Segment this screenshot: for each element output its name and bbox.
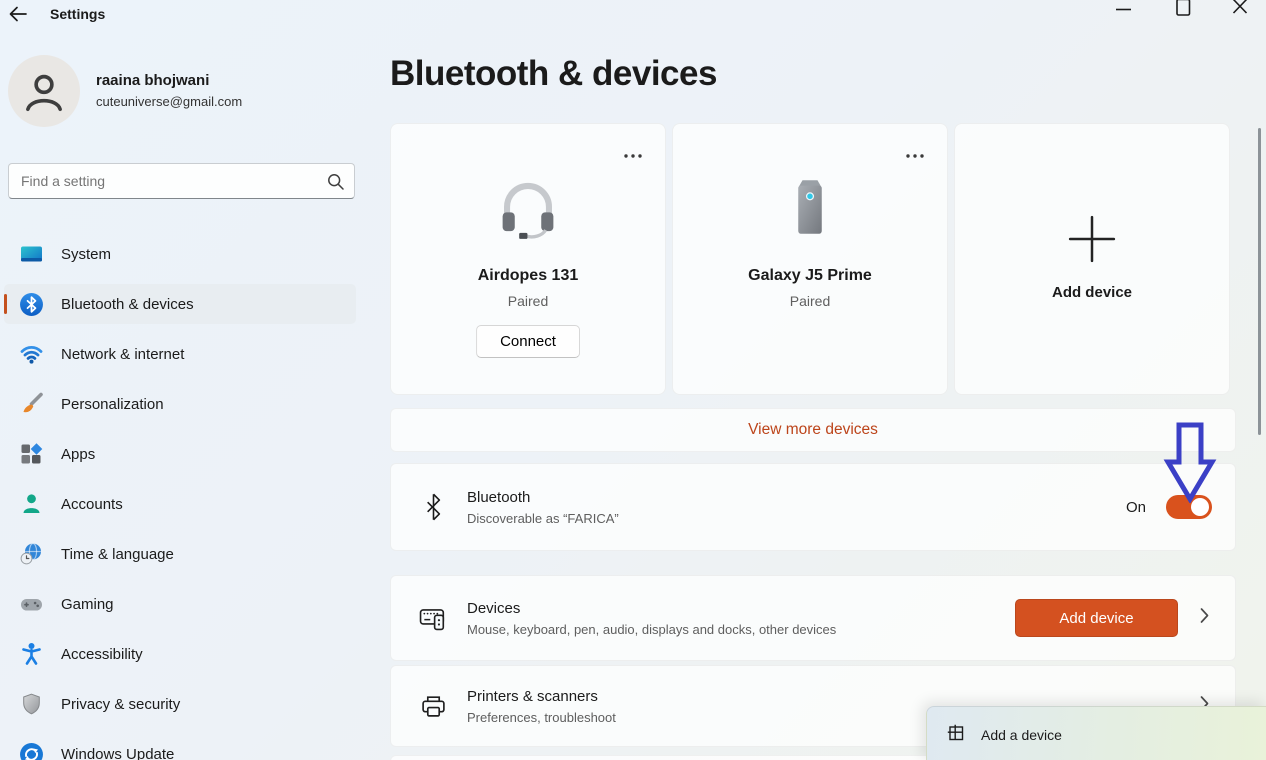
minimize-icon bbox=[1116, 8, 1131, 12]
add-device-card-label: Add device bbox=[955, 284, 1229, 301]
back-button[interactable] bbox=[8, 5, 30, 25]
printers-row-subtitle: Preferences, troubleshoot bbox=[467, 710, 616, 725]
sidebar-item-label: Accessibility bbox=[61, 646, 143, 663]
gaming-icon bbox=[18, 591, 44, 617]
add-a-device-icon bbox=[947, 724, 964, 746]
sidebar-nav: System Bluetooth & devices Network & inter… bbox=[4, 234, 356, 760]
headset-icon bbox=[497, 176, 559, 245]
back-arrow-icon bbox=[8, 5, 28, 23]
bluetooth-toggle[interactable] bbox=[1166, 495, 1212, 519]
personalization-icon bbox=[18, 391, 44, 417]
device-name: Airdopes 131 bbox=[391, 267, 665, 285]
privacy-icon bbox=[18, 691, 44, 717]
search-icon bbox=[327, 173, 344, 195]
sidebar-item-label: Windows Update bbox=[61, 746, 174, 760]
sidebar-item-label: Gaming bbox=[61, 596, 114, 613]
avatar[interactable] bbox=[8, 55, 80, 127]
device-status: Paired bbox=[673, 293, 947, 309]
device-name: Galaxy J5 Prime bbox=[673, 267, 947, 285]
bluetooth-row-title: Bluetooth bbox=[467, 489, 619, 506]
device-cards: Airdopes 131 Paired Connect Galaxy J5 Pr… bbox=[390, 123, 1230, 395]
sidebar-item-accessibility[interactable]: Accessibility bbox=[4, 634, 356, 674]
bluetooth-glyph-icon bbox=[418, 492, 448, 522]
printers-row-title: Printers & scanners bbox=[467, 688, 616, 705]
sidebar-item-label: Personalization bbox=[61, 396, 164, 413]
view-more-devices-label: View more devices bbox=[748, 421, 878, 439]
windows-update-icon bbox=[18, 741, 44, 760]
person-icon bbox=[21, 68, 67, 114]
device-status: Paired bbox=[391, 293, 665, 309]
toggle-knob bbox=[1191, 498, 1209, 516]
window-title: Settings bbox=[50, 6, 105, 22]
minimize-button[interactable] bbox=[1108, 8, 1138, 30]
sidebar-item-apps[interactable]: Apps bbox=[4, 434, 356, 474]
connect-button[interactable]: Connect bbox=[476, 325, 580, 358]
add-a-device-popup[interactable]: Add a device bbox=[926, 706, 1266, 760]
time-language-icon bbox=[18, 541, 44, 567]
printer-icon bbox=[418, 693, 448, 719]
system-icon bbox=[18, 241, 44, 267]
more-options-icon[interactable] bbox=[623, 146, 643, 164]
sidebar-item-gaming[interactable]: Gaming bbox=[4, 584, 356, 624]
add-a-device-label: Add a device bbox=[981, 727, 1062, 743]
devices-row-title: Devices bbox=[467, 600, 836, 617]
toggle-state-label: On bbox=[1126, 499, 1146, 516]
maximize-icon bbox=[1176, 0, 1191, 17]
sidebar-item-personalization[interactable]: Personalization bbox=[4, 384, 356, 424]
bluetooth-setting-row: Bluetooth Discoverable as “FARICA” On bbox=[390, 463, 1236, 551]
device-card-galaxy: Galaxy J5 Prime Paired bbox=[672, 123, 948, 395]
accounts-icon bbox=[18, 491, 44, 517]
accessibility-icon bbox=[18, 641, 44, 667]
devices-row[interactable]: Devices Mouse, keyboard, pen, audio, dis… bbox=[390, 575, 1236, 661]
device-card-airdopes: Airdopes 131 Paired Connect bbox=[390, 123, 666, 395]
sidebar-item-label: Time & language bbox=[61, 546, 174, 563]
search-box[interactable] bbox=[8, 163, 355, 199]
sidebar-item-windows-update[interactable]: Windows Update bbox=[4, 734, 356, 760]
search-input[interactable] bbox=[9, 164, 354, 198]
sidebar-item-privacy-security[interactable]: Privacy & security bbox=[4, 684, 356, 724]
sidebar-item-label: Apps bbox=[61, 446, 95, 463]
selected-accent-bar bbox=[4, 294, 7, 314]
close-button[interactable] bbox=[1225, 0, 1255, 20]
bluetooth-icon bbox=[18, 291, 44, 317]
maximize-button[interactable] bbox=[1168, 0, 1198, 20]
page-title: Bluetooth & devices bbox=[390, 54, 717, 94]
devices-row-subtitle: Mouse, keyboard, pen, audio, displays an… bbox=[467, 622, 836, 637]
sidebar-item-network-internet[interactable]: Network & internet bbox=[4, 334, 356, 374]
sidebar-item-label: Accounts bbox=[61, 496, 123, 513]
phone-icon bbox=[780, 176, 840, 243]
chevron-right-icon bbox=[1200, 608, 1209, 629]
add-device-button[interactable]: Add device bbox=[1015, 599, 1178, 637]
plus-icon bbox=[1067, 214, 1117, 269]
add-device-card[interactable]: Add device bbox=[954, 123, 1230, 395]
sidebar-item-time-language[interactable]: Time & language bbox=[4, 534, 356, 574]
bluetooth-row-subtitle: Discoverable as “FARICA” bbox=[467, 511, 619, 526]
scrollbar-thumb[interactable] bbox=[1258, 128, 1261, 435]
sidebar-item-label: Privacy & security bbox=[61, 696, 180, 713]
sidebar-item-bluetooth-devices[interactable]: Bluetooth & devices bbox=[4, 284, 356, 324]
account-email: cuteuniverse@gmail.com bbox=[96, 94, 242, 109]
devices-icon bbox=[418, 605, 448, 631]
account-name: raaina bhojwani bbox=[96, 72, 209, 89]
close-icon bbox=[1232, 0, 1248, 15]
view-more-devices-link[interactable]: View more devices bbox=[390, 408, 1236, 452]
more-options-icon[interactable] bbox=[905, 146, 925, 164]
sidebar-item-label: Bluetooth & devices bbox=[61, 296, 194, 313]
sidebar-item-accounts[interactable]: Accounts bbox=[4, 484, 356, 524]
network-icon bbox=[18, 341, 44, 367]
sidebar-item-label: System bbox=[61, 246, 111, 263]
apps-icon bbox=[18, 441, 44, 467]
sidebar-item-label: Network & internet bbox=[61, 346, 184, 363]
sidebar-item-system[interactable]: System bbox=[4, 234, 356, 274]
